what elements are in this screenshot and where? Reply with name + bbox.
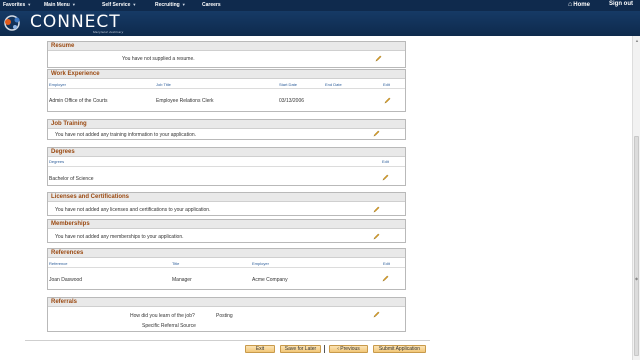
home-link[interactable]: ⌂Home xyxy=(568,1,590,8)
button-separator xyxy=(324,345,325,353)
referral-question: How did you learn of the job? xyxy=(130,313,195,319)
previous-button[interactable]: ‹ Previous xyxy=(329,345,368,353)
exit-button[interactable]: Exit xyxy=(245,345,275,353)
brand-title: CONNECT xyxy=(30,12,121,32)
self-service-menu[interactable]: Self Service ▼ xyxy=(102,2,136,8)
main-menu[interactable]: Main Menu ▼ xyxy=(44,2,76,8)
footer-divider xyxy=(25,340,430,341)
careers-label: Careers xyxy=(202,2,221,8)
favorites-label: Favorites xyxy=(3,2,26,8)
connect-logo-icon xyxy=(4,15,20,31)
reference-title-cell: Manager xyxy=(172,277,192,283)
favorites-menu[interactable]: Favorites ▼ xyxy=(3,2,31,8)
referral-answer: Posting xyxy=(216,313,233,319)
job-training-section: Job Training You have not added any trai… xyxy=(47,119,406,140)
degree-cell: Bachelor of Science xyxy=(49,176,94,182)
scrollbar-thumb[interactable] xyxy=(634,136,639,356)
divider xyxy=(48,267,405,268)
column-header-edit: Edit xyxy=(383,261,390,266)
work-employer-cell: Admin Office of the Courts xyxy=(49,98,108,104)
references-section: References Reference Title Employer Edit… xyxy=(47,248,406,290)
main-menu-label: Main Menu xyxy=(44,2,70,8)
edit-pencil-icon[interactable] xyxy=(373,130,380,137)
home-label: Home xyxy=(573,2,590,8)
reference-name-cell: Joan Daswood xyxy=(49,277,83,283)
top-nav-bar: Favorites ▼ Main Menu ▼ Self Service ▼ Recr… xyxy=(0,0,640,11)
work-experience-section: Work Experience Employer Job Title Start… xyxy=(47,69,406,112)
edit-pencil-icon[interactable] xyxy=(375,55,382,62)
column-header-edit: Edit xyxy=(382,159,389,164)
home-icon: ⌂ xyxy=(568,1,573,8)
save-for-later-button[interactable]: Save for Later xyxy=(280,345,321,353)
chevron-down-icon: ▼ xyxy=(181,2,186,7)
work-job-title-cell: Employee Relations Clerk xyxy=(156,98,214,104)
scroll-grip-icon: ◆ xyxy=(635,276,639,281)
edit-pencil-icon[interactable] xyxy=(373,233,380,240)
chevron-down-icon: ▼ xyxy=(27,2,32,7)
column-header-edit: Edit xyxy=(383,82,390,87)
divider xyxy=(48,166,405,167)
degrees-section: Degrees Degrees Edit Bachelor of Science xyxy=(47,147,406,186)
section-title: References xyxy=(48,249,405,258)
work-start-date-cell: 03/13/2006 xyxy=(279,98,305,104)
divider xyxy=(48,88,405,89)
memberships-message: You have not added any memberships to yo… xyxy=(55,234,184,240)
recruiting-label: Recruiting xyxy=(155,2,180,8)
brand-subtitle: Maryland Judiciary xyxy=(93,30,124,34)
chevron-down-icon: ▼ xyxy=(132,2,137,7)
column-header-title: Title xyxy=(172,261,180,266)
training-message: You have not added any training informat… xyxy=(55,132,197,138)
licenses-message: You have not added any licenses and cert… xyxy=(55,207,211,213)
vertical-scrollbar[interactable]: ▲ ◆ xyxy=(632,36,640,360)
edit-pencil-icon[interactable] xyxy=(382,174,389,181)
section-title: Referrals xyxy=(48,298,405,307)
section-title: Job Training xyxy=(48,120,405,129)
signout-link[interactable]: Sign out xyxy=(609,1,633,7)
previous-label: Previous xyxy=(340,346,360,352)
column-header-end-date: End Date xyxy=(325,82,342,87)
self-service-label: Self Service xyxy=(102,2,131,8)
scroll-up-icon[interactable]: ▲ xyxy=(635,38,639,43)
resume-section: Resume You have not supplied a resume. xyxy=(47,41,406,68)
column-header-reference: Reference xyxy=(49,261,68,266)
edit-pencil-icon[interactable] xyxy=(384,97,391,104)
careers-menu[interactable]: Careers xyxy=(202,2,221,8)
chevron-down-icon: ▼ xyxy=(71,2,76,7)
submit-application-button[interactable]: Submit Application xyxy=(373,345,426,353)
column-header-degrees: Degrees xyxy=(49,159,65,164)
resume-message: You have not supplied a resume. xyxy=(122,56,195,62)
edit-pencil-icon[interactable] xyxy=(373,311,380,318)
column-header-job-title: Job Title xyxy=(156,82,171,87)
edit-pencil-icon[interactable] xyxy=(373,206,380,213)
section-title: Licenses and Certifications xyxy=(48,193,405,202)
section-title: Resume xyxy=(48,42,405,51)
section-title: Degrees xyxy=(48,148,405,157)
edit-pencil-icon[interactable] xyxy=(382,275,389,282)
memberships-section: Memberships You have not added any membe… xyxy=(47,219,406,243)
reference-employer-cell: Acme Company xyxy=(252,277,288,283)
section-title: Work Experience xyxy=(48,70,405,79)
section-title: Memberships xyxy=(48,220,405,229)
column-header-start-date: Start Date xyxy=(279,82,298,87)
column-header-employer: Employer xyxy=(49,82,66,87)
recruiting-menu[interactable]: Recruiting ▼ xyxy=(155,2,186,8)
specific-referral-source-label: Specific Referral Source xyxy=(142,323,196,329)
referrals-section: Referrals How did you learn of the job? … xyxy=(47,297,406,332)
column-header-employer: Employer xyxy=(252,261,269,266)
licenses-section: Licenses and Certifications You have not… xyxy=(47,192,406,216)
